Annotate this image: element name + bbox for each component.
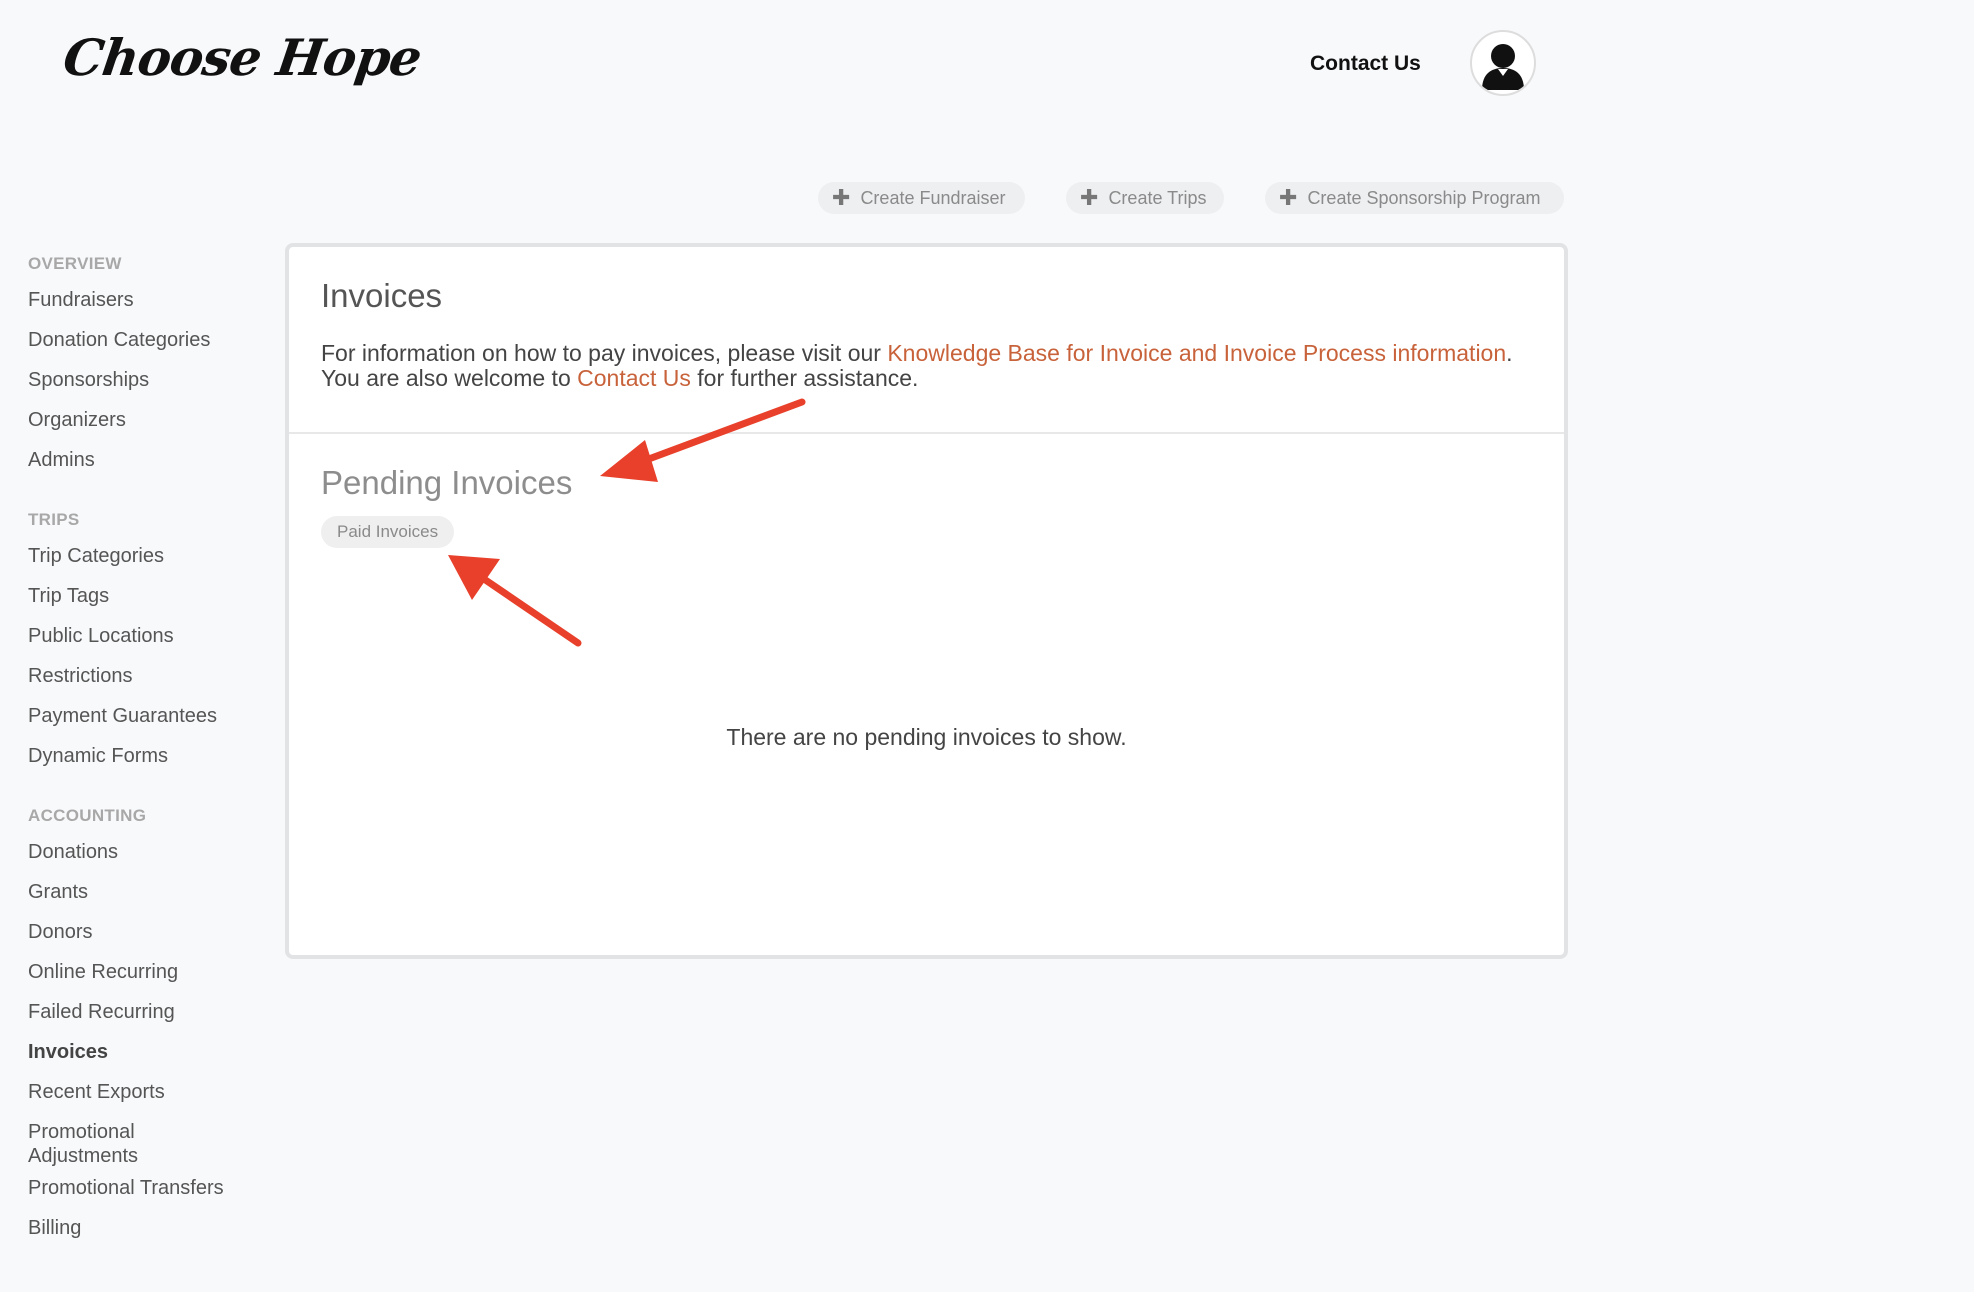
sidebar-item-donation-categories[interactable]: Donation Categories	[28, 328, 268, 352]
sidebar-item-failed-recurring[interactable]: Failed Recurring	[28, 1000, 268, 1024]
info-prefix: For information on how to pay invoices, …	[321, 340, 888, 366]
nav-heading-overview: OVERVIEW	[28, 254, 122, 273]
nav-group-overview: OVERVIEW Fundraisers Donation Categories…	[28, 254, 268, 472]
sidebar-item-trip-categories[interactable]: Trip Categories	[28, 544, 268, 568]
sidebar-item-grants[interactable]: Grants	[28, 880, 268, 904]
header-contact-us-link[interactable]: Contact Us	[1310, 52, 1421, 76]
create-sponsorship-program-button[interactable]: ✚ Create Sponsorship Program	[1265, 182, 1564, 214]
create-fundraiser-button[interactable]: ✚ Create Fundraiser	[818, 182, 1025, 214]
info-suffix: for further assistance.	[690, 365, 919, 391]
nav-group-accounting: ACCOUNTING Donations Grants Donors Onlin…	[28, 806, 268, 1240]
sidebar-item-admins[interactable]: Admins	[28, 448, 268, 472]
invoices-intro: Invoices For information on how to pay i…	[289, 247, 1564, 434]
nav-group-trips: TRIPS Trip Categories Trip Tags Public L…	[28, 510, 268, 768]
user-silhouette-icon	[1482, 44, 1524, 90]
sidebar-item-restrictions[interactable]: Restrictions	[28, 664, 268, 688]
sidebar-item-trip-tags[interactable]: Trip Tags	[28, 584, 268, 608]
plus-icon: ✚	[832, 185, 851, 210]
sidebar-item-public-locations[interactable]: Public Locations	[28, 624, 268, 648]
invoices-card: Invoices For information on how to pay i…	[285, 243, 1568, 959]
sidebar-item-promotional-transfers[interactable]: Promotional Transfers	[28, 1176, 268, 1200]
sidebar-item-payment-guarantees[interactable]: Payment Guarantees	[28, 704, 268, 728]
plus-icon: ✚	[1080, 185, 1099, 210]
invoice-info-text: For information on how to pay invoices, …	[321, 341, 1521, 391]
pending-invoices-section: Pending Invoices Paid Invoices There are…	[289, 434, 1564, 750]
create-sponsorship-program-label: Create Sponsorship Program	[1307, 187, 1541, 208]
paid-invoices-button[interactable]: Paid Invoices	[321, 516, 455, 548]
sidebar-item-billing[interactable]: Billing	[28, 1216, 268, 1240]
knowledge-base-link[interactable]: Knowledge Base for Invoice and Invoice P…	[887, 340, 1506, 366]
sidebar-item-online-recurring[interactable]: Online Recurring	[28, 960, 268, 984]
sidebar-item-donations[interactable]: Donations	[28, 840, 268, 864]
sidebar-item-sponsorships[interactable]: Sponsorships	[28, 368, 268, 392]
create-trips-button[interactable]: ✚ Create Trips	[1066, 182, 1224, 214]
sidebar-item-donors[interactable]: Donors	[28, 920, 268, 944]
nav-heading-accounting: ACCOUNTING	[28, 806, 147, 825]
page: Choose Hope Contact Us ✚ Create Fundrais…	[0, 0, 1974, 1292]
sidebar-item-recent-exports[interactable]: Recent Exports	[28, 1080, 268, 1104]
sidebar-item-organizers[interactable]: Organizers	[28, 408, 268, 432]
sidebar-item-invoices[interactable]: Invoices	[28, 1040, 268, 1064]
create-fundraiser-label: Create Fundraiser	[860, 187, 1006, 208]
sidebar-item-dynamic-forms[interactable]: Dynamic Forms	[28, 744, 268, 768]
plus-icon: ✚	[1279, 185, 1298, 210]
empty-state-message: There are no pending invoices to show.	[726, 724, 1127, 750]
sidebar-item-promotional-adjustments[interactable]: Promotional Adjustments	[28, 1120, 178, 1168]
nav-heading-trips: TRIPS	[28, 510, 80, 529]
create-trips-label: Create Trips	[1108, 187, 1207, 208]
sidebar-item-fundraisers[interactable]: Fundraisers	[28, 288, 268, 312]
sidebar-nav: OVERVIEW Fundraisers Donation Categories…	[28, 254, 268, 1278]
pending-invoices-title: Pending Invoices	[321, 464, 573, 501]
brand-logo[interactable]: Choose Hope	[60, 28, 425, 87]
page-title: Invoices	[321, 277, 443, 314]
contact-us-link[interactable]: Contact Us	[577, 365, 691, 391]
user-avatar[interactable]	[1470, 30, 1536, 96]
